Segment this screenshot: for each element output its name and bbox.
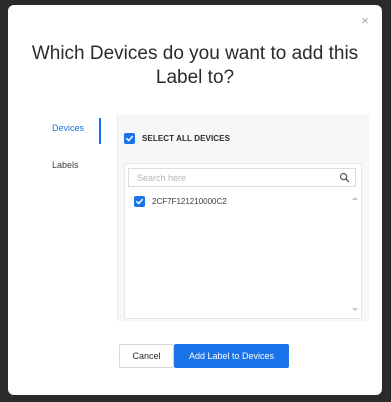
device-label: 2CF7F121210000C2 — [152, 197, 227, 206]
device-list-scrollbar[interactable] — [351, 195, 358, 313]
close-icon[interactable]: × — [358, 14, 372, 28]
add-label-dialog: × Which Devices do you want to add this … — [8, 5, 382, 395]
search-input[interactable] — [137, 171, 327, 185]
tab-labels[interactable]: Labels — [52, 160, 79, 170]
dialog-tabs: Devices Labels — [52, 115, 104, 215]
active-tab-indicator — [99, 118, 101, 144]
select-all-devices-checkbox[interactable]: SELECT ALL DEVICES — [124, 131, 230, 145]
scroll-down-icon[interactable] — [352, 308, 358, 311]
checkbox-checked-icon — [134, 196, 145, 207]
select-all-label: SELECT ALL DEVICES — [142, 133, 231, 143]
checkbox-checked-icon — [124, 132, 135, 144]
devices-panel: SELECT ALL DEVICES 2CF7F121210000C2 — [117, 115, 369, 321]
search-icon[interactable] — [339, 172, 350, 183]
search-field — [128, 168, 356, 187]
dialog-title: Which Devices do you want to add this La… — [31, 43, 359, 88]
add-label-to-devices-button[interactable]: Add Label to Devices — [174, 344, 289, 368]
cancel-button[interactable]: Cancel — [119, 344, 174, 368]
tab-devices[interactable]: Devices — [52, 123, 84, 133]
scroll-up-icon[interactable] — [352, 197, 358, 200]
device-list-item[interactable]: 2CF7F121210000C2 — [134, 196, 227, 207]
device-list: 2CF7F121210000C2 — [124, 163, 362, 319]
